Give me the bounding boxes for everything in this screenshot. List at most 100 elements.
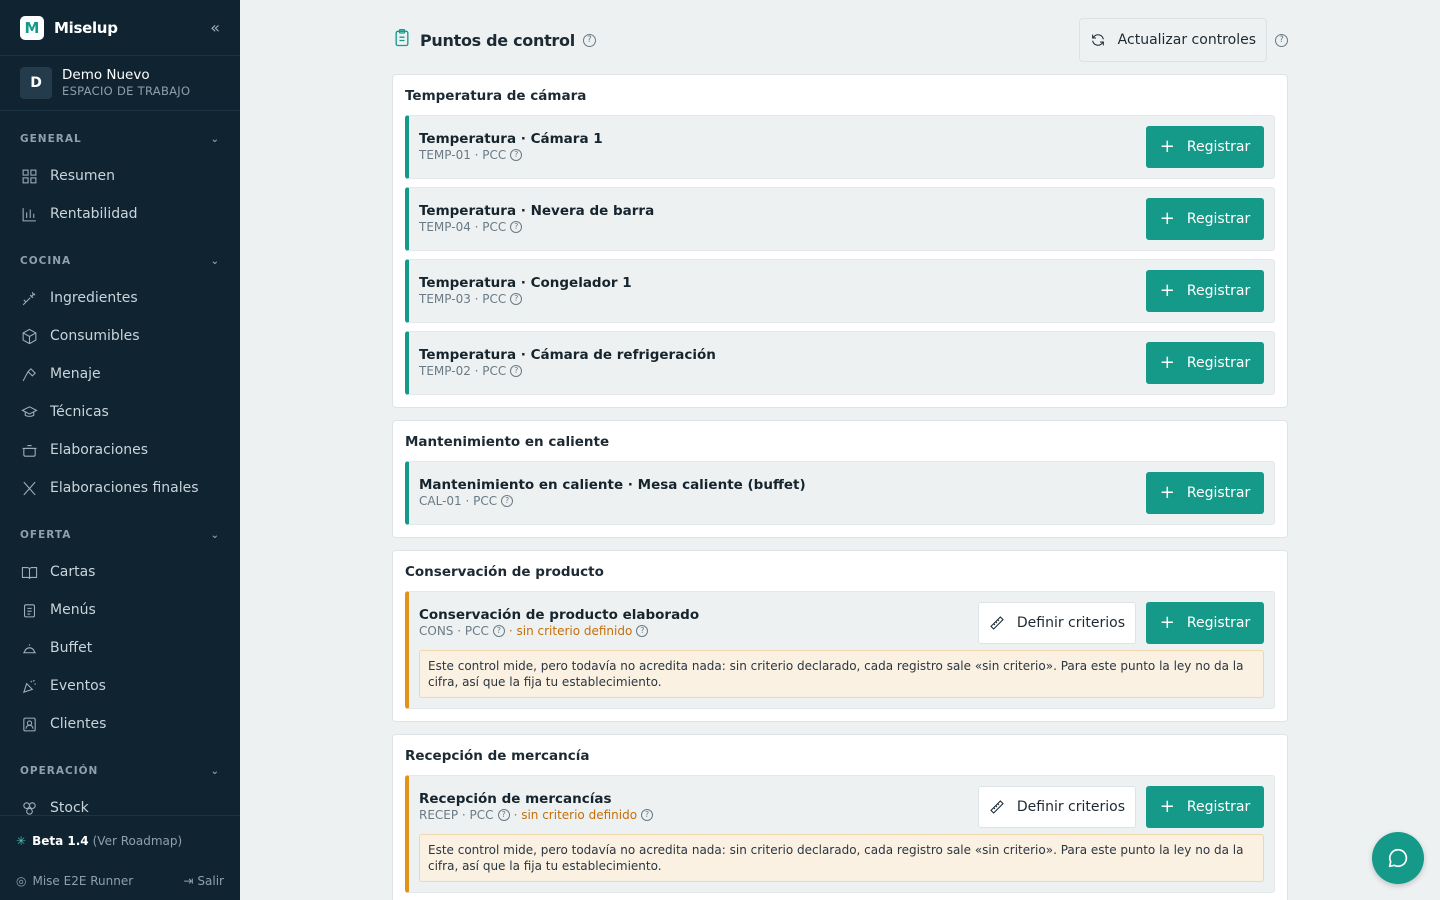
brand-name: Miselup — [54, 18, 118, 37]
sidebar-item-label: Cartas — [50, 564, 96, 580]
refresh-controls-button[interactable]: Actualizar controles — [1078, 18, 1267, 62]
help-icon[interactable]: ? — [510, 293, 523, 305]
page-header: Puntos de control ? Actualizar controles… — [392, 18, 1288, 62]
book-icon — [20, 563, 38, 581]
define-criteria-button[interactable]: Definir criterios — [977, 602, 1136, 644]
sidebar-item[interactable]: Ingredientes — [0, 279, 240, 317]
help-icon[interactable]: ? — [1275, 33, 1288, 47]
register-button[interactable]: + Registrar — [1146, 786, 1264, 828]
group-title: Recepción de mercancía — [405, 748, 590, 764]
sidebar-item[interactable]: Clientes — [0, 705, 240, 743]
help-icon[interactable]: ? — [582, 33, 596, 47]
sidebar-footer: ✳ Beta 1.4 (Ver Roadmap) ◎ Mise E2E Runn… — [0, 815, 240, 900]
nav-section-3[interactable]: OPERACIÓN ⌄ — [0, 753, 240, 789]
roadmap-link[interactable]: (Ver Roadmap) — [93, 834, 183, 848]
sidebar-nav: GENERAL ⌄ Resumen Rentabilidad COCINA ⌄ Ingred… — [0, 121, 240, 827]
clipboard-check-icon — [392, 28, 412, 52]
content: Puntos de control ? Actualizar controles… — [392, 18, 1288, 900]
chevron-down-icon: ⌄ — [210, 765, 220, 777]
chevron-down-icon: ⌄ — [210, 255, 220, 267]
plus-icon: + — [1159, 796, 1175, 817]
nav-section-label: OPERACIÓN — [20, 765, 99, 777]
group-title: Conservación de producto — [405, 564, 604, 580]
brand-logo: M — [20, 15, 44, 40]
party-icon — [20, 677, 38, 695]
logout-label: Salir — [197, 874, 224, 888]
control-name: Temperatura · Nevera de barra — [419, 203, 655, 219]
register-button[interactable]: + Registrar — [1146, 602, 1264, 644]
register-label: Registrar — [1186, 615, 1251, 631]
control-item: Temperatura · Congelador 1 TEMP-03 · PCC… — [405, 259, 1275, 323]
sidebar-item[interactable]: Elaboraciones finales — [0, 469, 240, 507]
control-meta: TEMP-03 · PCC ? — [419, 291, 632, 307]
help-icon[interactable]: ? — [497, 809, 510, 821]
contact-icon — [20, 715, 38, 733]
register-label: Registrar — [1186, 799, 1251, 815]
control-meta: TEMP-02 · PCC ? — [419, 363, 716, 379]
sidebar-item-label: Clientes — [50, 716, 107, 732]
workspace-subtitle: ESPACIO DE TRABAJO — [62, 84, 191, 98]
sidebar-item[interactable]: Resumen — [0, 157, 240, 195]
box-icon — [20, 327, 38, 345]
help-icon[interactable]: ? — [492, 625, 505, 637]
page-title: Puntos de control — [420, 30, 575, 50]
register-button[interactable]: + Registrar — [1146, 472, 1264, 514]
control-group: Temperatura de cámara Temperatura · Cáma… — [392, 74, 1288, 408]
control-item: Temperatura · Cámara 1 TEMP-01 · PCC ? +… — [405, 115, 1275, 179]
register-label: Registrar — [1186, 355, 1251, 371]
sidebar-item[interactable]: Buffet — [0, 629, 240, 667]
nav-section-1[interactable]: COCINA ⌄ — [0, 243, 240, 279]
control-group: Recepción de mercancía Recepción de merc… — [392, 734, 1288, 900]
group-title: Mantenimiento en caliente — [405, 434, 610, 450]
sidebar-item[interactable]: Menaje — [0, 355, 240, 393]
sidebar-item[interactable]: Rentabilidad — [0, 195, 240, 233]
sidebar-item[interactable]: Menús — [0, 591, 240, 629]
workspace-switcher[interactable]: D Demo Nuevo ESPACIO DE TRABAJO — [0, 56, 240, 111]
control-code: TEMP-04 · PCC — [419, 220, 507, 234]
tools-icon — [20, 365, 38, 383]
sidebar-item-label: Buffet — [50, 640, 93, 656]
define-criteria-label: Definir criterios — [1016, 799, 1125, 815]
nav-section-2[interactable]: OFERTA ⌄ — [0, 517, 240, 553]
refresh-label: Actualizar controles — [1117, 32, 1256, 48]
sidebar-item[interactable]: Cartas — [0, 553, 240, 591]
help-icon[interactable]: ? — [501, 495, 514, 507]
register-button[interactable]: + Registrar — [1146, 126, 1264, 168]
sparkle-icon: ✳ — [16, 834, 27, 848]
control-code: RECEP · PCC — [419, 808, 494, 822]
sidebar-item[interactable]: Eventos — [0, 667, 240, 705]
help-icon[interactable]: ? — [636, 625, 649, 637]
register-button[interactable]: + Registrar — [1146, 198, 1264, 240]
nav-section-0[interactable]: GENERAL ⌄ — [0, 121, 240, 157]
control-code: TEMP-03 · PCC — [419, 292, 507, 306]
define-criteria-button[interactable]: Definir criterios — [977, 786, 1136, 828]
help-icon[interactable]: ? — [510, 149, 523, 161]
sidebar-item[interactable]: Técnicas — [0, 393, 240, 431]
logout-button[interactable]: ⇥ Salir — [183, 874, 224, 888]
chat-icon — [1388, 848, 1408, 868]
chat-button[interactable] — [1372, 832, 1424, 884]
workspace-avatar: D — [20, 67, 52, 99]
pot-icon — [20, 441, 38, 459]
help-icon[interactable]: ? — [510, 221, 523, 233]
carrot-icon — [20, 289, 38, 307]
plus-icon: + — [1159, 352, 1175, 373]
control-meta: RECEP · PCC ? · sin criterio definido? — [419, 807, 654, 823]
help-icon[interactable]: ? — [510, 365, 523, 377]
control-item: Temperatura · Cámara de refrigeración TE… — [405, 331, 1275, 395]
sidebar-item-label: Eventos — [50, 678, 106, 694]
collapse-sidebar-icon[interactable]: « — [210, 18, 220, 37]
graduation-icon — [20, 403, 38, 421]
register-button[interactable]: + Registrar — [1146, 270, 1264, 312]
sidebar-item[interactable]: Elaboraciones — [0, 431, 240, 469]
control-code: TEMP-02 · PCC — [419, 364, 507, 378]
help-icon[interactable]: ? — [641, 809, 654, 821]
user-row: ◎ Mise E2E Runner ⇥ Salir — [16, 866, 224, 896]
cloche-icon — [20, 639, 38, 657]
utensils-icon — [20, 479, 38, 497]
sidebar-item[interactable]: Consumibles — [0, 317, 240, 355]
plus-icon: + — [1159, 208, 1175, 229]
register-button[interactable]: + Registrar — [1146, 342, 1264, 384]
logout-icon: ⇥ — [183, 874, 194, 888]
chevron-down-icon: ⌄ — [210, 529, 220, 541]
